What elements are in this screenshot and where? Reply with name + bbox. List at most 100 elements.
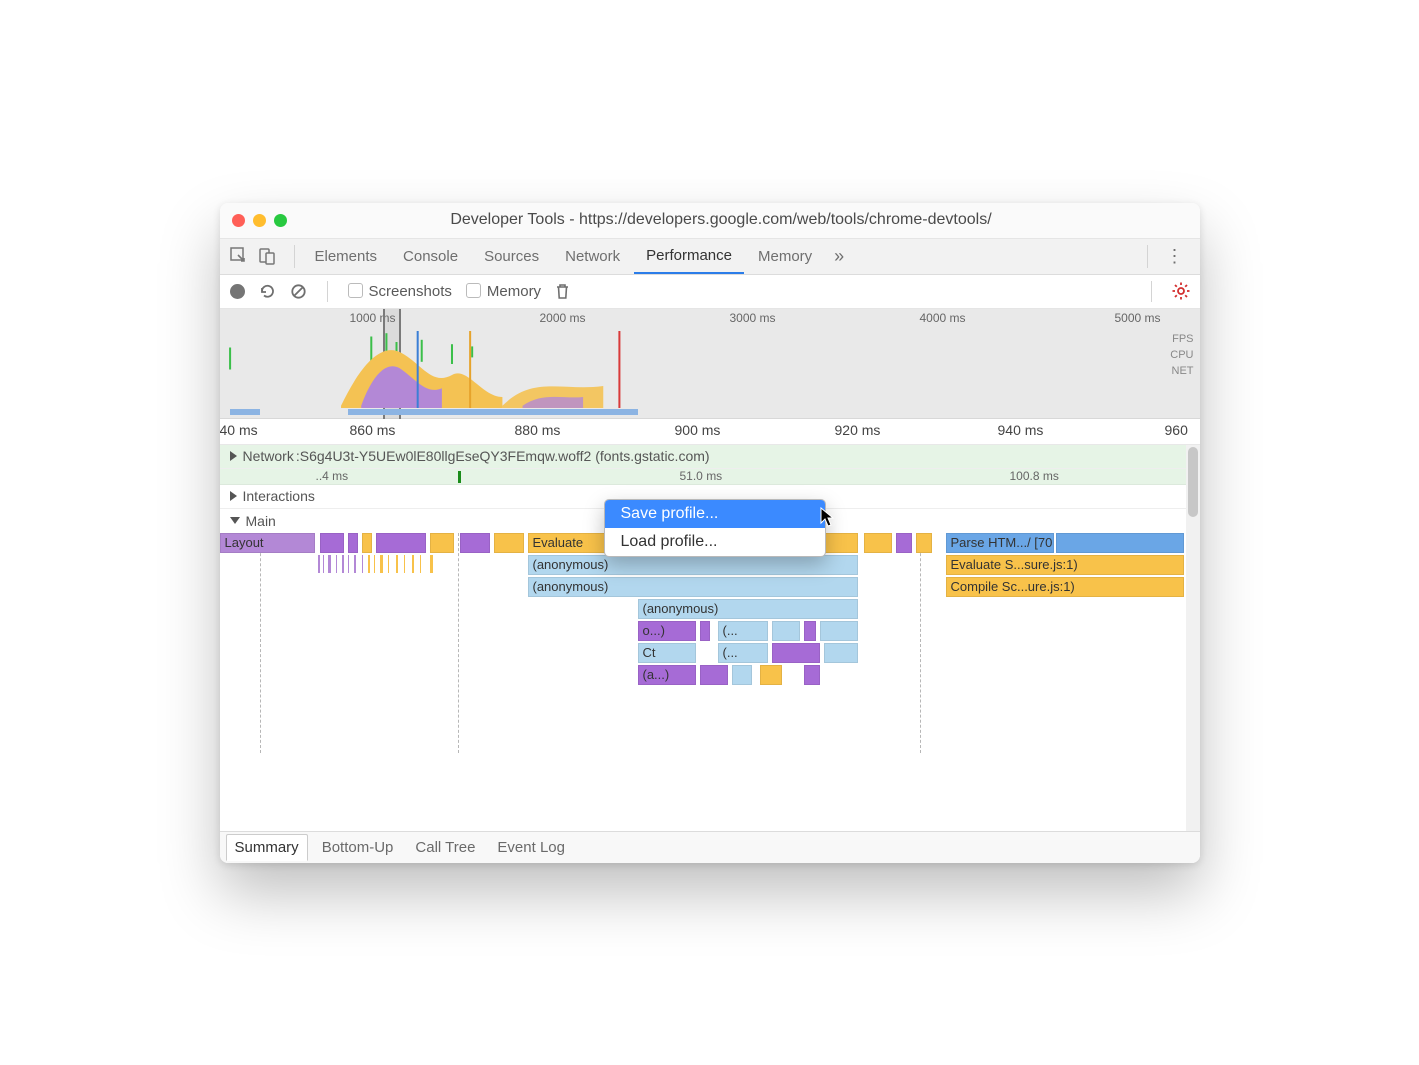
network-label: Network — [243, 448, 294, 464]
flame-item-anon[interactable]: (anonymous) — [528, 577, 858, 597]
flame-item[interactable]: (... — [718, 621, 768, 641]
flame-item[interactable] — [896, 533, 912, 553]
record-icon[interactable] — [230, 284, 245, 299]
flame-chart[interactable]: Network :S6g4U3t-Y5UEw0lE80llgEseQY3FEmq… — [220, 445, 1200, 831]
frame-marker — [458, 471, 461, 483]
bottom-tab-calltree[interactable]: Call Tree — [407, 835, 483, 860]
tab-console[interactable]: Console — [391, 239, 470, 274]
ruler-tick: 940 ms — [998, 422, 1044, 438]
flame-item[interactable] — [804, 621, 816, 641]
flame-item[interactable] — [824, 643, 858, 663]
cpu-label: CPU — [1170, 347, 1193, 363]
flame-item[interactable] — [820, 621, 858, 641]
interactions-label: Interactions — [243, 488, 315, 504]
flame-item[interactable] — [320, 533, 344, 553]
flame-item[interactable] — [804, 665, 820, 685]
flame-text: Parse HTM.../ [705...]) — [951, 535, 1054, 550]
cpu-chart — [220, 331, 1158, 408]
flame-item-evals[interactable]: Evaluate S...sure.js:1) — [946, 555, 1184, 575]
flame-item[interactable] — [772, 621, 800, 641]
flame-item[interactable]: (a...) — [638, 665, 696, 685]
bottom-tab-eventlog[interactable]: Event Log — [489, 835, 573, 860]
ov-tick: 5000 ms — [1115, 311, 1161, 325]
ruler-tick: 880 ms — [515, 422, 561, 438]
context-menu: Save profile... Load profile... — [604, 499, 826, 557]
overview-labels: FPS CPU NET — [1170, 331, 1193, 379]
trash-icon[interactable] — [555, 283, 570, 300]
flame-item-anon[interactable]: (anonymous) — [528, 555, 858, 575]
flame-item[interactable] — [700, 621, 710, 641]
flame-item[interactable] — [760, 665, 782, 685]
menu-save-profile[interactable]: Save profile... — [605, 500, 825, 528]
flame-item-anon[interactable]: (anonymous) — [638, 599, 858, 619]
kebab-menu-icon[interactable]: ⋮ — [1156, 239, 1194, 274]
net-label: NET — [1170, 363, 1193, 379]
clear-icon[interactable] — [290, 283, 307, 300]
frame-time: 51.0 ms — [680, 469, 723, 483]
more-tabs-icon[interactable]: » — [826, 239, 852, 274]
flame-item[interactable] — [460, 533, 490, 553]
main-label: Main — [246, 513, 276, 529]
frame-time: 100.8 ms — [1010, 469, 1059, 483]
flame-item[interactable] — [732, 665, 752, 685]
panel-tabs: Elements Console Sources Network Perform… — [220, 239, 1200, 275]
tab-performance[interactable]: Performance — [634, 239, 744, 274]
net-bars — [220, 408, 1158, 416]
separator — [294, 245, 295, 268]
tab-sources[interactable]: Sources — [472, 239, 551, 274]
menu-load-profile[interactable]: Load profile... — [605, 528, 825, 556]
network-section[interactable]: Network :S6g4U3t-Y5UEw0lE80llgEseQY3FEmq… — [220, 445, 1186, 469]
separator — [1151, 281, 1152, 302]
flame-item[interactable]: Ct — [638, 643, 696, 663]
ov-tick: 3000 ms — [730, 311, 776, 325]
tab-elements[interactable]: Elements — [303, 239, 390, 274]
ruler-tick: 960 — [1165, 422, 1188, 438]
frame-time: ..4 ms — [316, 469, 349, 483]
perf-toolbar: Screenshots Memory — [220, 275, 1200, 309]
device-toggle-icon[interactable] — [258, 247, 276, 265]
memory-label: Memory — [487, 283, 541, 300]
tab-network[interactable]: Network — [553, 239, 632, 274]
ov-tick: 2000 ms — [540, 311, 586, 325]
flame-item[interactable] — [348, 533, 358, 553]
flame-item[interactable] — [430, 533, 454, 553]
ruler-tick: 40 ms — [220, 422, 258, 438]
separator — [1147, 245, 1148, 268]
ruler-tick: 860 ms — [350, 422, 396, 438]
flame-item[interactable]: o...) — [638, 621, 696, 641]
ruler-tick: 920 ms — [835, 422, 881, 438]
flame-item-parse[interactable]: Parse HTM.../ [705...]) — [946, 533, 1054, 553]
flame-item[interactable] — [700, 665, 728, 685]
flame-item-layout[interactable]: Layout — [220, 533, 315, 553]
separator — [327, 281, 328, 302]
gear-icon[interactable] — [1172, 282, 1190, 300]
ruler-tick: 900 ms — [675, 422, 721, 438]
bottom-tab-summary[interactable]: Summary — [226, 834, 308, 861]
flame-item-compiles[interactable]: Compile Sc...ure.js:1) — [946, 577, 1184, 597]
reload-icon[interactable] — [259, 283, 276, 300]
bottom-tab-bottomup[interactable]: Bottom-Up — [314, 835, 402, 860]
flame-item[interactable] — [772, 643, 820, 663]
flame-item[interactable]: (... — [718, 643, 768, 663]
memory-toggle[interactable]: Memory — [466, 283, 541, 300]
screenshots-label: Screenshots — [369, 283, 452, 300]
flame-item[interactable] — [494, 533, 524, 553]
flame-item[interactable] — [376, 533, 426, 553]
vertical-scrollbar[interactable] — [1186, 445, 1200, 831]
fps-label: FPS — [1170, 331, 1193, 347]
traffic-lights — [232, 214, 287, 227]
window-title: Developer Tools - https://developers.goo… — [295, 211, 1188, 229]
maximize-icon[interactable] — [274, 214, 287, 227]
overview-strip[interactable]: 1000 ms 2000 ms 3000 ms 4000 ms 5000 ms … — [220, 309, 1200, 419]
titlebar: Developer Tools - https://developers.goo… — [220, 203, 1200, 239]
flame-item[interactable] — [362, 533, 372, 553]
tab-memory[interactable]: Memory — [746, 239, 824, 274]
close-icon[interactable] — [232, 214, 245, 227]
flame-item[interactable] — [916, 533, 932, 553]
flame-item-slash[interactable] — [1056, 533, 1184, 553]
minimize-icon[interactable] — [253, 214, 266, 227]
inspect-icon[interactable] — [230, 247, 248, 265]
screenshots-toggle[interactable]: Screenshots — [348, 283, 452, 300]
flame-item[interactable] — [864, 533, 892, 553]
flame-ruler[interactable]: 40 ms 860 ms 880 ms 900 ms 920 ms 940 ms… — [220, 419, 1200, 445]
